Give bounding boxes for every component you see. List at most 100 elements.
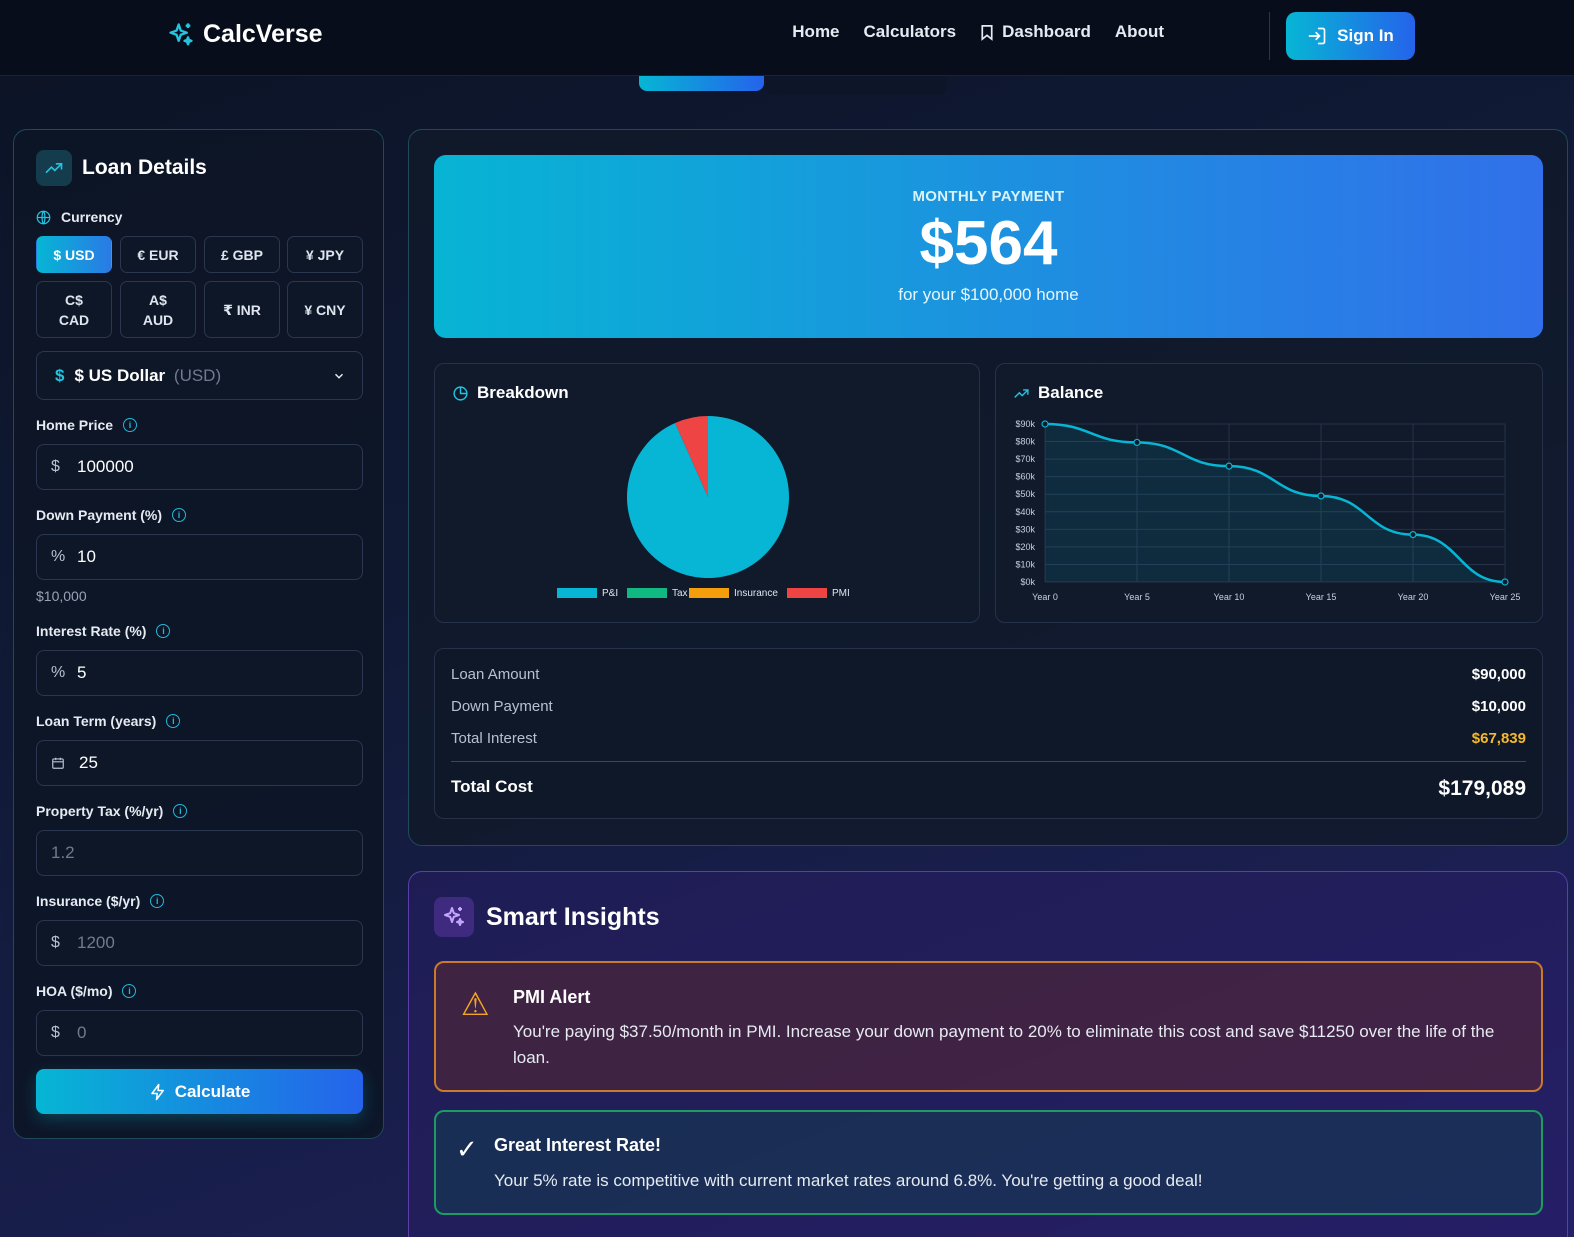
info-icon[interactable]: i: [122, 984, 137, 998]
currency-inr-label: ₹ INR: [223, 301, 261, 318]
chevron-down-icon: [334, 373, 344, 379]
x-tick-2: Year 10: [1214, 592, 1245, 602]
currency-cny-label: ¥ CNY: [304, 301, 346, 318]
interest-rate-label: Interest Rate (%) i: [36, 623, 171, 639]
balance-point-0: [1041, 420, 1049, 428]
loan-details-header: Loan Details: [36, 150, 207, 186]
smart-insights-header: Smart Insights: [434, 897, 660, 937]
loan-details-title: Loan Details: [82, 156, 207, 179]
summary-total-interest-label: Total Interest: [451, 730, 537, 747]
legend-label-2: Insurance: [734, 588, 778, 599]
summary-loan-amount: Loan Amount $90,000: [451, 666, 1526, 683]
currency-gbp[interactable]: £ GBP: [204, 236, 280, 273]
pmi-alert: ⚠ PMI Alert You're paying $37.50/month i…: [434, 961, 1543, 1092]
summary-divider: [451, 761, 1526, 762]
home-price-input[interactable]: $100000: [36, 444, 363, 490]
breakdown-pie-chart: P&I Tax Insurance PMI: [557, 416, 850, 599]
info-icon[interactable]: i: [156, 624, 171, 638]
inactive-tab[interactable]: [764, 76, 947, 95]
insurance-prefix: $: [51, 934, 60, 951]
y-tick-2: $20k: [1015, 542, 1035, 552]
home-price-prefix: $: [51, 458, 60, 475]
interest-insight-body: Your 5% rate is competitive with current…: [494, 1171, 1203, 1190]
nav-links: Home Calculators Dashboard About: [792, 22, 1164, 42]
sign-in-button[interactable]: Sign In: [1286, 12, 1415, 60]
balance-area: [1045, 424, 1505, 582]
info-icon[interactable]: i: [166, 714, 181, 728]
currency-eur-label: € EUR: [137, 246, 179, 263]
currency-cad-code: CAD: [58, 311, 90, 328]
down-payment-input[interactable]: % 10: [36, 534, 363, 580]
summary-down-payment-value: $10,000: [1471, 698, 1526, 715]
interest-rate-prefix: %: [51, 664, 66, 681]
insurance-placeholder: 1200: [77, 933, 115, 952]
currency-usd[interactable]: $ USD: [36, 236, 112, 273]
currency-cad[interactable]: C$ CAD: [36, 281, 112, 338]
summary-down-payment-label: Down Payment: [451, 698, 553, 715]
brand-name: CalcVerse: [203, 20, 323, 48]
summary-total-cost-label: Total Cost: [451, 777, 533, 796]
currency-jpy[interactable]: ¥ JPY: [287, 236, 363, 273]
info-icon[interactable]: i: [150, 894, 165, 908]
currency-label: Currency: [36, 209, 122, 225]
sign-in-label: Sign In: [1337, 26, 1394, 45]
calendar-icon: [52, 757, 64, 769]
lightning-icon: [150, 1083, 164, 1100]
x-tick-5: Year 25: [1490, 592, 1521, 602]
property-tax-input[interactable]: 1.2: [36, 830, 363, 876]
x-tick-4: Year 20: [1398, 592, 1429, 602]
currency-gbp-label: £ GBP: [220, 246, 263, 263]
currency-cny[interactable]: ¥ CNY: [287, 281, 363, 338]
currency-aud[interactable]: A$ AUD: [120, 281, 196, 338]
monthly-payment-label: MONTHLY PAYMENT: [912, 188, 1065, 205]
currency-eur[interactable]: € EUR: [120, 236, 196, 273]
info-icon[interactable]: i: [172, 508, 187, 522]
summary-down-payment: Down Payment $10,000: [451, 698, 1526, 715]
legend-label-0: P&I: [602, 588, 618, 599]
currency-inr[interactable]: ₹ INR: [204, 281, 280, 338]
hoa-prefix: $: [51, 1024, 60, 1041]
x-tick-0: Year 0: [1032, 592, 1058, 602]
active-tab-indicator[interactable]: [639, 76, 764, 91]
balance-point-2: [1225, 462, 1233, 470]
interest-rate-label-text: Interest Rate (%): [36, 623, 147, 639]
loan-term-label-text: Loan Term (years): [36, 713, 157, 729]
summary-total-interest: Total Interest $67,839: [451, 730, 1526, 747]
nav-dashboard-label: Dashboard: [1002, 22, 1091, 41]
sparkle-icon: [434, 897, 474, 937]
currency-select[interactable]: $ $ US Dollar (USD): [36, 351, 363, 400]
y-tick-4: $40k: [1015, 507, 1035, 517]
interest-insight-title: Great Interest Rate!: [494, 1135, 662, 1155]
loan-details-panel: Loan Details Currency $ USD € EUR £ GBP …: [13, 129, 384, 1139]
legend-swatch-2: [689, 588, 729, 598]
down-payment-amount: $10,000: [36, 588, 87, 604]
home-price-value: 100000: [77, 457, 134, 476]
hoa-input[interactable]: $0: [36, 1010, 363, 1056]
nav-home[interactable]: Home: [792, 22, 839, 42]
insurance-input[interactable]: $1200: [36, 920, 363, 966]
calculate-button[interactable]: Calculate: [36, 1069, 363, 1114]
nav-divider: [1269, 12, 1270, 60]
nav-about[interactable]: About: [1115, 22, 1164, 42]
property-tax-label: Property Tax (%/yr) i: [36, 803, 188, 819]
balance-card: Balance $0k $10k $20k $30k $40k $50k $60k $70k $…: [995, 363, 1543, 623]
down-payment-label: Down Payment (%) i: [36, 507, 187, 523]
info-icon[interactable]: i: [123, 418, 138, 432]
currency-select-code: (USD): [173, 365, 222, 385]
interest-rate-input[interactable]: % 5: [36, 650, 363, 696]
y-tick-0: $0k: [1020, 577, 1035, 587]
top-navbar: CalcVerse Home Calculators Dashboard Abo…: [0, 0, 1574, 76]
property-tax-placeholder: 1.2: [51, 843, 75, 862]
monthly-payment-amount: $564: [919, 209, 1058, 278]
bookmark-icon: [981, 24, 993, 41]
down-payment-prefix: %: [51, 548, 66, 565]
currency-select-symbol: $: [55, 365, 65, 385]
info-icon[interactable]: i: [173, 804, 188, 818]
legend-swatch-0: [557, 588, 597, 598]
nav-calculators[interactable]: Calculators: [864, 22, 957, 42]
nav-dashboard[interactable]: Dashboard: [980, 22, 1091, 42]
brand-logo[interactable]: CalcVerse: [167, 20, 323, 49]
loan-term-input[interactable]: 25: [36, 740, 363, 786]
home-price-label-text: Home Price: [36, 417, 114, 433]
balance-point-3: [1317, 492, 1325, 500]
